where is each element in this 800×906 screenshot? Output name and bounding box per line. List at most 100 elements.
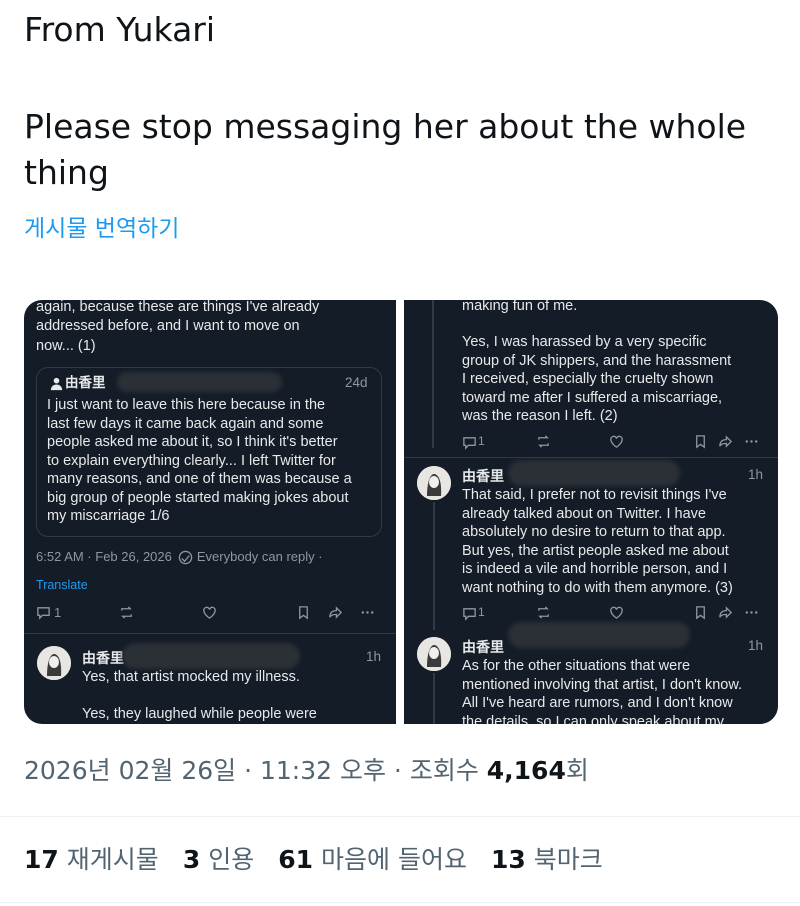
stat-label: 재게시물 xyxy=(66,845,159,874)
reply-button[interactable]: 1 xyxy=(462,434,485,450)
reply-button[interactable]: 1 xyxy=(36,605,61,620)
divider xyxy=(404,457,778,458)
reply-line: Yes, that artist mocked my illness. xyxy=(82,669,300,685)
bookmark-button[interactable] xyxy=(693,605,706,620)
post-age: 1h xyxy=(748,467,764,482)
attached-image-right[interactable]: making fun of me. Yes, I was harassed by… xyxy=(404,300,778,724)
post-line: want nothing to do with them anymore. (3… xyxy=(462,579,733,596)
more-button[interactable] xyxy=(744,434,758,447)
redacted-handle xyxy=(117,372,282,392)
repost-button[interactable] xyxy=(536,434,549,448)
avatar[interactable] xyxy=(417,466,451,500)
repost-icon xyxy=(536,605,549,619)
post-age: 1h xyxy=(748,638,764,653)
like-button[interactable] xyxy=(609,605,623,619)
stat-label: 마음에 들어요 xyxy=(321,845,467,874)
thread-line xyxy=(433,502,435,630)
quoted-post[interactable]: 由香里 24d I just want to leave this here b… xyxy=(36,367,382,537)
like-button[interactable] xyxy=(202,605,217,620)
share-icon xyxy=(718,434,733,448)
likes-stat[interactable]: 61 마음에 들어요 xyxy=(278,842,467,878)
left-top-line-1: again, because these are things I've alr… xyxy=(36,300,320,315)
avatar[interactable] xyxy=(37,646,71,680)
quotes-stat[interactable]: 3 인용 xyxy=(183,842,254,878)
thread-line xyxy=(433,673,435,724)
quote-line: my miscarriage 1/6 xyxy=(47,508,170,524)
share-icon xyxy=(328,605,343,620)
reply-count: 1 xyxy=(478,434,485,448)
more-icon xyxy=(744,605,758,618)
para-line: toward me after I suffered a miscarriage… xyxy=(462,389,723,406)
post-line: That said, I prefer not to revisit thing… xyxy=(462,487,727,503)
reply-count: 1 xyxy=(54,605,62,620)
like-icon xyxy=(609,434,623,448)
share-button[interactable] xyxy=(328,605,343,620)
post-line: As for the other situations that were xyxy=(462,658,691,674)
bookmark-button[interactable] xyxy=(693,434,706,449)
reply-line: Yes, they laughed while people were xyxy=(82,706,317,722)
quote-line: big group of people started making jokes… xyxy=(47,489,349,506)
stat-count: 17 xyxy=(24,845,59,874)
reply-button[interactable]: 1 xyxy=(462,605,485,621)
stat-count: 3 xyxy=(182,845,201,874)
post-line: mentioned involving that artist, I don't… xyxy=(462,676,743,693)
bookmarks-stat[interactable]: 13 북마크 xyxy=(491,842,603,878)
repost-button[interactable] xyxy=(536,605,549,619)
reply-setting: Everybody can reply · xyxy=(196,549,323,564)
engagement-stats: 17 재게시물 3 인용 61 마음에 들어요 13 북마크 xyxy=(24,842,603,878)
stat-label: 인용 xyxy=(208,845,255,874)
post-datetime: 2026년 02월 26일 · 11:32 오후 · 조회수 xyxy=(24,756,487,785)
post-line: absolutely no desire to return to that a… xyxy=(462,524,726,540)
para-line: I received, especially the cruelty shown xyxy=(462,371,714,387)
share-button[interactable] xyxy=(718,434,733,448)
stat-count: 61 xyxy=(278,845,314,874)
view-suffix: 회 xyxy=(565,756,589,785)
redacted-handle xyxy=(122,643,300,669)
more-icon xyxy=(744,434,758,447)
repost-icon xyxy=(536,434,549,448)
post-message: Please stop messaging her about the whol… xyxy=(24,107,747,192)
post-timestamp: 6:52 AM · Feb 26, 2026 xyxy=(36,549,172,564)
globe-icon xyxy=(178,550,193,565)
bookmark-icon xyxy=(296,605,311,620)
post-line: is indeed a vile and horrible person, an… xyxy=(462,561,728,577)
quote-line: people asked me about it, so I think it'… xyxy=(47,434,338,450)
post-header-line: From Yukari xyxy=(24,10,216,49)
like-icon xyxy=(202,605,217,620)
divider xyxy=(0,902,800,903)
more-button[interactable] xyxy=(744,605,758,618)
translate-post-link[interactable]: 게시물 번역하기 xyxy=(24,212,179,246)
translate-link[interactable]: Translate xyxy=(36,576,88,595)
bookmark-icon xyxy=(693,434,706,449)
avatar[interactable] xyxy=(417,637,451,671)
user-icon xyxy=(49,376,63,391)
more-button[interactable] xyxy=(360,605,375,620)
quote-age: 24d xyxy=(345,375,368,390)
divider xyxy=(24,633,396,634)
repost-button[interactable] xyxy=(119,605,134,620)
like-icon xyxy=(609,605,623,619)
left-top-line-2: addressed before, and I want to move on xyxy=(36,318,300,334)
para-line: Yes, I was harassed by a very specific xyxy=(462,334,707,350)
thread-line xyxy=(432,300,434,448)
redacted-handle xyxy=(508,460,680,486)
share-button[interactable] xyxy=(718,605,733,619)
post-line: All I've heard are rumors, and I don't k… xyxy=(462,695,733,711)
reposts-stat[interactable]: 17 재게시물 xyxy=(24,842,159,878)
right-top-line: making fun of me. xyxy=(462,300,578,314)
bookmark-button[interactable] xyxy=(296,605,311,620)
post-author: 由香里 xyxy=(462,468,504,484)
repost-icon xyxy=(119,605,134,620)
quote-author: 由香里 xyxy=(65,375,106,390)
like-button[interactable] xyxy=(609,434,623,448)
quote-line: I just want to leave this here because i… xyxy=(47,397,326,413)
attached-image-left[interactable]: again, because these are things I've alr… xyxy=(24,300,396,724)
view-count: 4,164 xyxy=(486,756,566,785)
stat-label: 북마크 xyxy=(533,845,603,874)
reply-icon xyxy=(462,435,476,450)
redacted-handle xyxy=(508,622,690,648)
post-line: already talked about on Twitter. I have xyxy=(462,505,706,522)
more-icon xyxy=(360,605,375,620)
stat-count: 13 xyxy=(490,845,526,874)
divider xyxy=(0,816,800,817)
